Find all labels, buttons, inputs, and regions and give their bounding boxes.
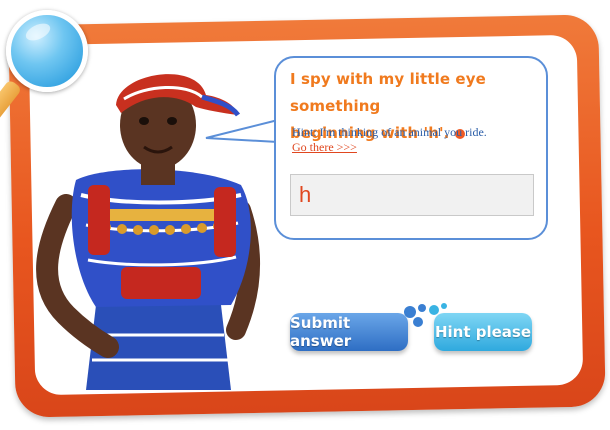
hint-text: Hint: I'm thinking of an animal you ride… [292,125,487,139]
bubble-tail [205,119,279,143]
go-there-link[interactable]: Go there >>> [292,140,357,155]
girl-illustration [36,74,261,390]
speech-bubble: I spy with my little eye something begin… [274,56,548,240]
prompt-line-1: I spy with my little eye something [290,70,486,115]
hint-please-button[interactable]: Hint please [434,313,532,351]
submit-answer-button[interactable]: Submit answer [290,313,408,351]
answer-input[interactable] [290,174,534,216]
